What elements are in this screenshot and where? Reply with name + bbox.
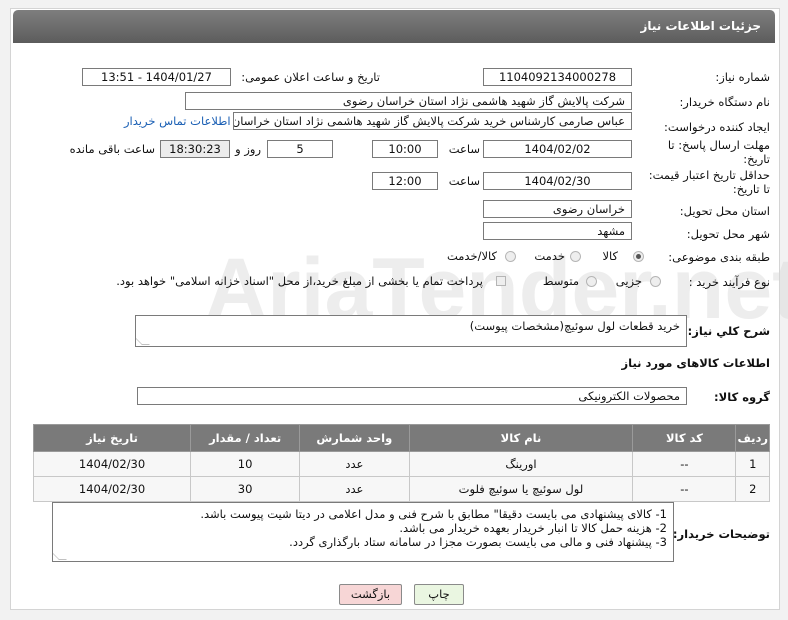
announce-datetime-field[interactable]: 1404/01/27 - 13:51 bbox=[82, 68, 231, 86]
table-header-row: ردیف کد کالا نام کالا واحد شمارش تعداد /… bbox=[32, 424, 770, 452]
category-option-goods-service: کالا/خدمت bbox=[446, 249, 497, 263]
category-radio-goods-service[interactable] bbox=[505, 251, 516, 262]
buyer-notes-textarea[interactable]: 1- کالای پیشنهادی می بایست دقیقا" مطابق … bbox=[52, 502, 674, 562]
goods-table: ردیف کد کالا نام کالا واحد شمارش تعداد /… bbox=[32, 424, 770, 502]
validity-time-label: ساعت bbox=[448, 174, 480, 188]
description-text: خرید قطعات لول سوئیچ(مشخصات پیوست) bbox=[469, 319, 680, 333]
col-header-quantity: تعداد / مقدار bbox=[190, 424, 301, 452]
resize-handle[interactable] bbox=[136, 337, 150, 345]
process-option-medium: متوسط bbox=[542, 274, 579, 288]
requester-field[interactable]: عباس صارمی کارشناس خرید شرکت پالایش گاز … bbox=[233, 112, 632, 130]
col-header-code: کد کالا bbox=[632, 424, 737, 452]
process-option-minor: جزیی bbox=[615, 274, 642, 288]
need-number-field[interactable]: 1104092134000278 bbox=[483, 68, 632, 86]
cell-row-number: 1 bbox=[735, 451, 770, 477]
requester-label: ایجاد کننده درخواست: bbox=[664, 120, 770, 134]
category-label: طبقه بندی موضوعی: bbox=[668, 250, 770, 264]
description-label: شرح کلي نياز: bbox=[687, 324, 770, 338]
goods-group-label: گروه کالا: bbox=[714, 390, 770, 404]
cell-row-number: 2 bbox=[735, 476, 770, 502]
buyer-org-field[interactable]: شرکت پالایش گاز شهید هاشمی نژاد استان خر… bbox=[185, 92, 632, 110]
cell-quantity: 30 bbox=[190, 476, 301, 502]
cell-code: -- bbox=[632, 476, 737, 502]
panel-header: جزئیات اطلاعات نیاز bbox=[13, 10, 775, 43]
days-label: روز و bbox=[235, 142, 261, 156]
panel-title: جزئیات اطلاعات نیاز bbox=[640, 19, 761, 33]
payment-treasury-checkbox[interactable] bbox=[496, 276, 506, 286]
cell-unit: عدد bbox=[299, 451, 410, 477]
cell-date: 1404/02/30 bbox=[32, 476, 192, 502]
province-field[interactable]: خراسان رضوی bbox=[483, 200, 632, 218]
remaining-time-field[interactable]: 18:30:23 bbox=[160, 140, 230, 158]
col-header-name: نام کالا bbox=[408, 424, 634, 452]
table-row[interactable]: 1 -- اورینگ عدد 10 1404/02/30 bbox=[32, 451, 770, 477]
deadline-label-date: تاریخ: bbox=[743, 152, 770, 166]
buyer-org-label: نام دستگاه خریدار: bbox=[679, 95, 770, 109]
cell-code: -- bbox=[632, 451, 737, 477]
table-row[interactable]: 2 -- لول سوئیچ یا سوئیچ فلوت عدد 30 1404… bbox=[32, 476, 770, 502]
deadline-time-label: ساعت bbox=[448, 142, 480, 156]
category-option-service: خدمت bbox=[534, 249, 565, 263]
cell-name: لول سوئیچ یا سوئیچ فلوت bbox=[408, 476, 634, 502]
category-option-goods: کالا bbox=[602, 249, 618, 263]
cell-date: 1404/02/30 bbox=[32, 451, 192, 477]
category-radio-goods[interactable] bbox=[633, 251, 644, 262]
cell-name: اورینگ bbox=[408, 451, 634, 477]
back-button[interactable]: بازگشت bbox=[339, 584, 402, 605]
col-header-row-number: ردیف bbox=[735, 424, 770, 452]
process-radio-medium[interactable] bbox=[586, 276, 597, 287]
need-number-label: شماره نیاز: bbox=[715, 70, 770, 84]
resize-handle[interactable] bbox=[53, 552, 67, 560]
process-radio-minor[interactable] bbox=[650, 276, 661, 287]
notes-line-3: 3- پیشنهاد فنی و مالی می بایست بصورت مجز… bbox=[289, 535, 667, 549]
goods-section-title: اطلاعات کالاهای مورد نیاز bbox=[621, 356, 770, 370]
col-header-date: تاریخ نیاز bbox=[32, 424, 192, 452]
deadline-time-field[interactable]: 10:00 bbox=[372, 140, 438, 158]
announce-label: تاریخ و ساعت اعلان عمومی: bbox=[241, 70, 380, 84]
payment-treasury-note: پرداخت تمام یا بخشی از مبلغ خرید،از محل … bbox=[116, 274, 483, 288]
print-button[interactable]: چاپ bbox=[414, 584, 464, 605]
cell-unit: عدد bbox=[299, 476, 410, 502]
buyer-notes-label: توضیحات خریدار: bbox=[672, 527, 770, 541]
city-field[interactable]: مشهد bbox=[483, 222, 632, 240]
col-header-unit: واحد شمارش bbox=[299, 424, 410, 452]
category-radio-service[interactable] bbox=[570, 251, 581, 262]
deadline-date-field[interactable]: 1404/02/02 bbox=[483, 140, 632, 158]
buyer-contact-link[interactable]: اطلاعات تماس خریدار bbox=[124, 114, 231, 128]
goods-group-field[interactable]: محصولات الکترونیکی bbox=[137, 387, 687, 405]
validity-time-field[interactable]: 12:00 bbox=[372, 172, 438, 190]
deadline-label: مهلت ارسال پاسخ: تا bbox=[667, 138, 770, 152]
cell-quantity: 10 bbox=[190, 451, 301, 477]
province-label: استان محل تحویل: bbox=[679, 204, 770, 218]
city-label: شهر محل تحویل: bbox=[686, 227, 770, 241]
remaining-time-label: ساعت باقی مانده bbox=[69, 142, 155, 156]
process-label: نوع فرآیند خرید : bbox=[688, 275, 770, 289]
days-remaining-field[interactable]: 5 bbox=[267, 140, 333, 158]
notes-line-1: 1- کالای پیشنهادی می بایست دقیقا" مطابق … bbox=[200, 507, 667, 521]
description-textarea[interactable]: خرید قطعات لول سوئیچ(مشخصات پیوست) bbox=[135, 315, 687, 347]
notes-line-2: 2- هزینه حمل کالا تا انبار خریدار بعهده … bbox=[399, 521, 667, 535]
validity-label-date: تا تاریخ: bbox=[732, 182, 770, 196]
validity-label: حداقل تاریخ اعتبار قیمت: bbox=[648, 168, 770, 182]
validity-date-field[interactable]: 1404/02/30 bbox=[483, 172, 632, 190]
